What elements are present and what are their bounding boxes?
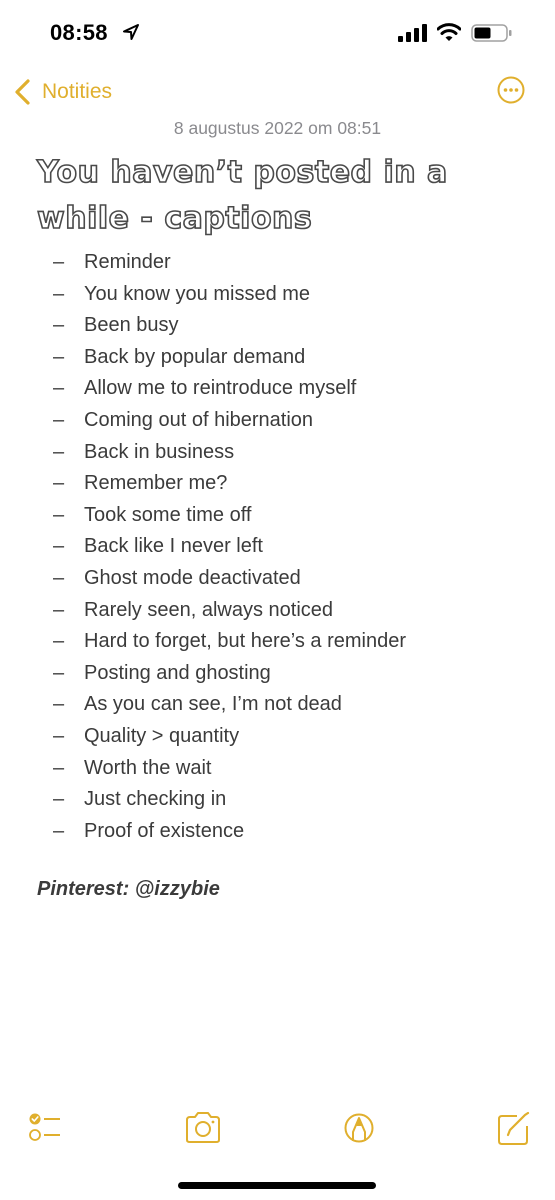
bullet-dash: – [53,345,65,368]
list-item-text: Allow me to reintroduce myself [84,377,357,400]
compose-button[interactable] [493,1108,533,1148]
list-item-text: Rarely seen, always noticed [84,598,334,621]
list-item[interactable]: – Been busy [0,310,555,342]
bullet-dash: – [53,788,65,811]
bullet-dash: – [53,377,65,400]
compose-icon [498,1111,530,1145]
cellular-signal-icon [398,24,428,42]
list-item[interactable]: – Back in business [0,437,555,469]
bullet-dash: – [53,408,65,431]
list-item-text: As you can see, I’m not dead [84,693,342,716]
checklist-button[interactable] [24,1108,64,1148]
list-item-text: Ghost mode deactivated [84,566,301,589]
credit-text[interactable]: Pinterest: @izzybie [37,878,220,901]
status-bar: 08:58 [0,0,555,66]
list-item[interactable]: – Worth the wait [0,753,555,785]
status-time: 08:58 [50,20,108,45]
navigation-bar: Notities [0,70,555,114]
bullet-dash: – [53,630,65,653]
list-item[interactable]: – Rarely seen, always noticed [0,595,555,627]
list-item-text: Been busy [84,314,179,337]
bullet-dash: – [53,756,65,779]
markup-pen-icon [344,1113,374,1143]
list-item[interactable]: – Reminder [0,247,555,279]
list-item[interactable]: – You know you missed me [0,279,555,311]
list-item[interactable]: – Just checking in [0,784,555,816]
list-item[interactable]: – Proof of existence [0,816,555,848]
list-item[interactable]: – Ghost mode deactivated [0,563,555,595]
back-button[interactable]: Notities [14,74,112,110]
back-label: Notities [42,80,113,103]
list-item[interactable]: – Hard to forget, but here’s a reminder [0,626,555,658]
list-item-text: Remember me? [84,472,228,495]
list-item-text: Posting and ghosting [84,661,271,684]
list-item[interactable]: – As you can see, I’m not dead [0,689,555,721]
home-indicator[interactable] [178,1182,376,1189]
note-date: 8 augustus 2022 om 08:51 [173,118,382,138]
bullet-dash: – [53,598,65,621]
bullet-dash: – [53,661,65,684]
bullet-dash: – [53,724,65,747]
bullet-dash: – [53,693,65,716]
list-item[interactable]: – Quality > quantity [0,721,555,753]
wifi-icon [436,22,462,42]
more-options-button[interactable] [497,76,525,104]
bullet-dash: – [53,503,65,526]
list-item-text: Coming out of hibernation [84,408,314,431]
camera-icon [186,1112,220,1143]
list-item-text: Hard to forget, but here’s a reminder [84,630,407,653]
bottom-toolbar [0,1108,555,1148]
list-item[interactable]: – Back like I never left [0,531,555,563]
list-item-text: Just checking in [84,788,227,811]
list-item-text: You know you missed me [84,282,311,305]
markup-button[interactable] [339,1108,379,1148]
list-item[interactable]: – Took some time off [0,500,555,532]
list-item-text: Worth the wait [84,756,212,779]
bullet-dash: – [53,819,65,842]
bullet-dash: – [53,314,65,337]
list-item[interactable]: – Coming out of hibernation [0,405,555,437]
list-item[interactable]: – Back by popular demand [0,342,555,374]
list-item[interactable]: – Allow me to reintroduce myself [0,373,555,405]
list-item-text: Proof of existence [84,819,245,842]
list-item-text: Back like I never left [84,535,263,558]
list-item-text: Quality > quantity [84,724,240,747]
bullet-dash: – [53,535,65,558]
list-item-text: Back by popular demand [84,345,306,368]
list-item[interactable]: – Posting and ghosting [0,658,555,690]
list-item-text: Took some time off [84,503,252,526]
bullet-dash: – [53,566,65,589]
caption-list[interactable]: – Reminder – You know you missed me – Been bu… [0,247,555,847]
battery-icon [471,24,513,42]
list-item[interactable]: – Remember me? [0,468,555,500]
bullet-dash: – [53,251,65,273]
note-title[interactable]: You haven’t posted in a while - captions [36,150,517,242]
chevron-left-icon [14,79,32,105]
list-item-text: Reminder [84,251,171,273]
bullet-dash: – [53,472,65,495]
bullet-dash: – [53,440,65,463]
camera-button[interactable] [183,1108,223,1148]
list-item-text: Back in business [84,440,235,463]
checklist-icon [29,1113,60,1141]
bullet-dash: – [53,282,65,305]
ellipsis-circle-icon [497,76,525,104]
location-arrow-icon [122,23,140,41]
